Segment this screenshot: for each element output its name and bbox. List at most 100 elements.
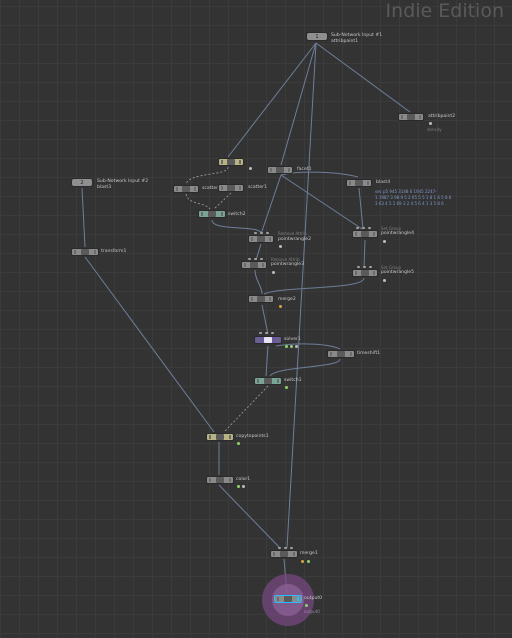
pointwrangle5-input-port[interactable]: [369, 266, 372, 268]
bypass-flag[interactable]: [221, 186, 223, 190]
pointwrangle5-node[interactable]: [352, 269, 378, 277]
wire-pointwrangle4-pointwrangle5[interactable]: [363, 239, 366, 269]
subnetwork-input-1-node[interactable]: 1: [306, 32, 328, 41]
wire-dashed-scatter1-switch2[interactable]: [213, 192, 232, 210]
display-flag[interactable]: [229, 435, 231, 439]
network-editor-canvas[interactable]: Indie Edition 1 Sub-Network Input #1 att…: [0, 0, 512, 638]
display-flag[interactable]: [277, 379, 279, 383]
bypass-flag[interactable]: [330, 352, 332, 356]
display-flag[interactable]: [277, 338, 279, 342]
transform1-node[interactable]: [71, 248, 99, 256]
wire-merge2-solver1[interactable]: [261, 304, 269, 335]
display-flag[interactable]: [419, 115, 421, 119]
bypass-flag[interactable]: [251, 237, 253, 241]
wire-timeshift1-switch1[interactable]: [269, 358, 341, 377]
wire-color1-merge1[interactable]: [218, 484, 281, 549]
bypass-flag[interactable]: [355, 232, 357, 236]
wire-solver1-switch1[interactable]: [265, 345, 269, 377]
display-flag[interactable]: [373, 232, 375, 236]
bypass-flag[interactable]: [273, 552, 275, 556]
scatter2-node[interactable]: [173, 185, 199, 193]
solver1-node[interactable]: [254, 336, 282, 344]
display-flag[interactable]: [94, 250, 96, 254]
blast4-node[interactable]: [346, 179, 372, 187]
pointwrangle2-input-port[interactable]: [260, 232, 263, 234]
pointwrangle3-input-port[interactable]: [260, 258, 263, 260]
timeshift1-node[interactable]: [327, 350, 355, 358]
bypass-flag[interactable]: [209, 478, 211, 482]
display-flag[interactable]: [293, 552, 295, 556]
pointwrangle2-input-port[interactable]: [254, 232, 257, 234]
wire-subin1-merge1[interactable]: [286, 42, 317, 549]
display-flag[interactable]: [239, 160, 241, 164]
wire-subin2-transform1[interactable]: [81, 187, 86, 248]
scatter1-node[interactable]: [218, 184, 244, 192]
pointwrangle4-node[interactable]: [352, 230, 378, 238]
wire-dashed-scatter2-switch2[interactable]: [185, 193, 211, 210]
display-flag[interactable]: [262, 263, 264, 267]
bypass-flag[interactable]: [209, 435, 211, 439]
copytopoints1-node[interactable]: [206, 433, 234, 441]
pointwrangle4-input-port[interactable]: [356, 227, 359, 229]
merge1-input-port[interactable]: [278, 547, 281, 549]
display-flag[interactable]: [269, 237, 271, 241]
wire-facet1-pointwrangle2[interactable]: [260, 174, 282, 235]
merge1-node[interactable]: [270, 550, 298, 558]
pointwrangle2-node[interactable]: [248, 235, 274, 243]
display-flag[interactable]: [288, 168, 290, 172]
attribpaint2-node[interactable]: [398, 113, 424, 121]
display-flag[interactable]: [229, 478, 231, 482]
subnetwork-input-2-node[interactable]: 2: [71, 178, 93, 187]
pointwrangle4-input-port[interactable]: [368, 227, 371, 229]
pointwrangle4-input-port[interactable]: [362, 227, 365, 229]
bypass-flag[interactable]: [355, 271, 357, 275]
solver1-input-port[interactable]: [265, 332, 268, 334]
wire-pointwrangle3-merge2[interactable]: [254, 269, 263, 295]
pointwrangle3-input-port[interactable]: [248, 258, 251, 260]
display-flag[interactable]: [194, 187, 196, 191]
display-flag[interactable]: [297, 597, 299, 601]
wire-pointwrangle5-merge2[interactable]: [263, 277, 365, 295]
wire-dashed-switch1-copytopoints1[interactable]: [223, 385, 269, 433]
wire-subin1-facet1[interactable]: [280, 42, 317, 166]
bypass-flag[interactable]: [270, 168, 272, 172]
wire-blast4-pointwrangle4[interactable]: [358, 187, 364, 230]
display-flag[interactable]: [239, 186, 241, 190]
display-flag[interactable]: [269, 297, 271, 301]
bypass-flag[interactable]: [201, 212, 203, 216]
bypass-flag[interactable]: [221, 160, 223, 164]
merge2-node[interactable]: [248, 295, 274, 303]
bypass-flag[interactable]: [257, 379, 259, 383]
display-flag[interactable]: [367, 181, 369, 185]
switch1-node[interactable]: [254, 377, 282, 385]
bypass-flag[interactable]: [74, 250, 76, 254]
wire-subin1-attribpaint2[interactable]: [315, 42, 411, 113]
display-flag[interactable]: [350, 352, 352, 356]
switch2-node[interactable]: [198, 210, 226, 218]
solver1-input-port[interactable]: [271, 332, 274, 334]
bypass-flag[interactable]: [251, 297, 253, 301]
bypass-flag[interactable]: [257, 338, 259, 342]
display-flag[interactable]: [221, 212, 223, 216]
pointwrangle3-node[interactable]: [241, 261, 267, 269]
facet1-node[interactable]: [267, 166, 293, 174]
bypass-flag[interactable]: [349, 181, 351, 185]
wire-subin1-node-a[interactable]: [227, 42, 317, 158]
bypass-flag[interactable]: [401, 115, 403, 119]
pointwrangle5-input-port[interactable]: [357, 266, 360, 268]
color1-node[interactable]: [206, 476, 234, 484]
output0-node[interactable]: [274, 595, 302, 603]
solver1-input-port[interactable]: [259, 332, 262, 334]
bypass-flag[interactable]: [277, 597, 279, 601]
pointwrangle5-input-port[interactable]: [363, 266, 366, 268]
bypass-flag[interactable]: [244, 263, 246, 267]
wire-dashed-node-a-scatter2[interactable]: [185, 166, 229, 185]
merge1-input-port[interactable]: [290, 547, 293, 549]
unnamed-yellow-node[interactable]: [218, 158, 244, 166]
wire-transform1-copytopoints1[interactable]: [84, 256, 215, 433]
display-flag[interactable]: [373, 271, 375, 275]
pointwrangle3-input-port[interactable]: [254, 258, 257, 260]
pointwrangle2-input-port[interactable]: [266, 232, 269, 234]
bypass-flag[interactable]: [176, 187, 178, 191]
merge1-input-port[interactable]: [284, 547, 287, 549]
